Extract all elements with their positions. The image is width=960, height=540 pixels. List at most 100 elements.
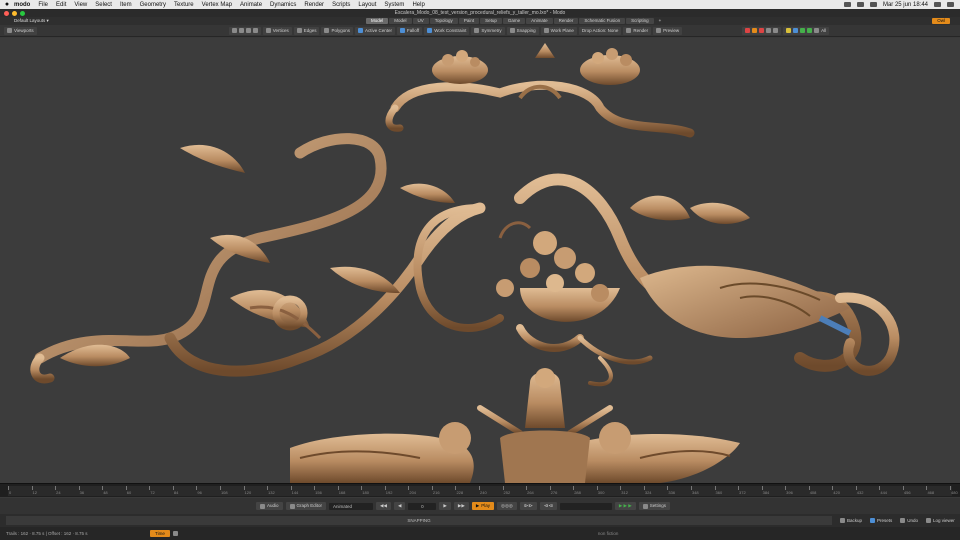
active-center-button[interactable]: Active Center [354, 26, 395, 35]
scale-icon[interactable] [245, 28, 251, 33]
menu-render[interactable]: Render [304, 2, 324, 8]
tab-paint[interactable]: Paint [458, 18, 480, 24]
falloff-label: Falloff [407, 28, 420, 33]
undo-icon [900, 518, 906, 523]
owl-button[interactable]: Owl [932, 18, 950, 24]
menu-help[interactable]: Help [412, 2, 424, 8]
render-button[interactable]: Render [623, 26, 652, 35]
symmetry-button[interactable]: Symmetry [471, 26, 505, 35]
time-chip[interactable]: Time [150, 530, 170, 537]
menu-item[interactable]: Item [120, 2, 132, 8]
tab-topology[interactable]: Topology [429, 18, 458, 24]
spotlight-icon[interactable] [934, 2, 941, 7]
tab-animate[interactable]: Animate [526, 18, 553, 24]
tab-game[interactable]: Game [502, 18, 526, 24]
minimize-window-icon[interactable] [12, 10, 17, 16]
drop-action-dropdown[interactable]: Drop Action: None [578, 26, 622, 35]
audio-button[interactable]: Audio [256, 502, 283, 510]
key-filter-icon[interactable]: ⧏⧏ [539, 502, 557, 510]
keys-field[interactable] [559, 502, 612, 510]
polygons-mode-button[interactable]: Polygons [321, 26, 353, 35]
play-button[interactable]: ▶ Play [471, 502, 495, 510]
work-plane-button[interactable]: Work Plane [540, 26, 577, 35]
graph-editor-button[interactable]: Graph Editor [285, 502, 327, 510]
menu-geometry[interactable]: Geometry [140, 2, 166, 8]
wifi-icon[interactable] [843, 2, 851, 7]
filter-icon[interactable] [793, 28, 799, 33]
tab-render[interactable]: Render [553, 18, 579, 24]
menu-scripts[interactable]: Scripts [332, 2, 350, 8]
battery-icon[interactable] [856, 2, 864, 7]
all-label[interactable]: All [821, 28, 826, 33]
tab-setup[interactable]: Setup [480, 18, 502, 24]
tab-schematic-fusion[interactable]: Schematic Fusion [579, 18, 626, 24]
graph-editor-icon [289, 503, 295, 509]
command-input[interactable]: SNAPPING [6, 516, 832, 525]
next-frame-icon[interactable]: ▶ [439, 502, 451, 510]
log-viewer-label: Log viewer [933, 518, 955, 523]
3d-viewport[interactable] [0, 38, 960, 483]
settings-button[interactable]: Settings [638, 502, 670, 510]
apple-menu-icon[interactable]: ● [0, 1, 14, 8]
presets-button[interactable]: Presets [868, 518, 894, 523]
log-viewer-button[interactable]: Log viewer [924, 518, 957, 523]
tab-scripting[interactable]: Scripting [626, 18, 654, 24]
app-menu[interactable]: modo [14, 2, 30, 8]
prev-key-icon[interactable]: ◀◀ [376, 502, 391, 510]
menu-dynamics[interactable]: Dynamics [270, 2, 296, 8]
move-icon[interactable] [231, 28, 237, 33]
current-frame-field[interactable]: 0 [408, 502, 437, 510]
red-item-icon[interactable] [745, 28, 751, 33]
record-keys-icon[interactable]: ▶ ▶ ▶ [614, 502, 636, 510]
tab-model[interactable]: Model [366, 18, 389, 24]
edges-icon [296, 28, 302, 33]
key-nav-icon[interactable]: ⧐⧐ [519, 502, 537, 510]
undo-button[interactable]: Undo [898, 518, 920, 523]
menu-texture[interactable]: Texture [174, 2, 194, 8]
green-toggle-icon[interactable] [800, 28, 806, 33]
input-source-icon[interactable] [869, 2, 877, 7]
menu-vertex-map[interactable]: Vertex Map [202, 2, 232, 8]
edges-mode-button[interactable]: Edges [293, 26, 320, 35]
vertices-mode-button[interactable]: Vertices [262, 26, 292, 35]
prev-frame-icon[interactable]: ◀ [393, 502, 406, 510]
rotate-icon[interactable] [238, 28, 244, 33]
animated-dropdown[interactable]: Animated [329, 502, 374, 510]
menu-file[interactable]: File [38, 2, 48, 8]
light-icon[interactable] [759, 28, 765, 33]
command-center-text: SNAPPING [407, 518, 431, 523]
camera-icon[interactable] [766, 28, 772, 33]
tab-model-2[interactable]: Model [389, 18, 412, 24]
close-window-icon[interactable] [4, 10, 9, 16]
mesh-icon[interactable] [773, 28, 779, 33]
orange-item-icon[interactable] [752, 28, 758, 33]
layout-dropdown[interactable]: Default Layouts ▾ [14, 18, 294, 24]
tab-uv[interactable]: UV [412, 18, 429, 24]
menu-layout[interactable]: Layout [358, 2, 376, 8]
status-toggle-icon[interactable] [172, 531, 178, 536]
timeline-ruler[interactable]: 0 12 24 36 48 60 72 84 96 108 120 132 144 156 168 180 19… [8, 486, 958, 496]
transform-icon[interactable] [252, 28, 258, 33]
control-center-icon[interactable] [947, 2, 954, 7]
key-tools-icon[interactable]: ◎◎◎ [497, 502, 517, 510]
menu-system[interactable]: System [384, 2, 404, 8]
work-constraint-button[interactable]: Work Constraint [424, 26, 470, 35]
timeline-tick-label: 36 [79, 490, 85, 495]
menu-select[interactable]: Select [95, 2, 112, 8]
backup-button[interactable]: Backup [838, 518, 864, 523]
grid-icon[interactable] [814, 28, 820, 33]
menu-view[interactable]: View [74, 2, 87, 8]
preview-button[interactable]: Preview [653, 26, 683, 35]
falloff-button[interactable]: Falloff [397, 26, 423, 35]
snapping-button[interactable]: Snapping [506, 26, 539, 35]
next-key-icon[interactable]: ▶▶ [453, 502, 469, 510]
green-toggle-2-icon[interactable] [807, 28, 813, 33]
selection-set-icon[interactable] [786, 28, 792, 33]
add-tab-button[interactable]: + [655, 18, 666, 24]
menu-edit[interactable]: Edit [56, 2, 66, 8]
viewports-menu[interactable]: Viewports [4, 26, 37, 35]
menu-animate[interactable]: Animate [240, 2, 262, 8]
timeline[interactable]: 0 12 24 36 48 60 72 84 96 108 120 132 144 156 168 180 19… [0, 483, 960, 497]
clock[interactable]: Mar 25 jun 18:44 [883, 2, 928, 8]
zoom-window-icon[interactable] [20, 10, 25, 16]
